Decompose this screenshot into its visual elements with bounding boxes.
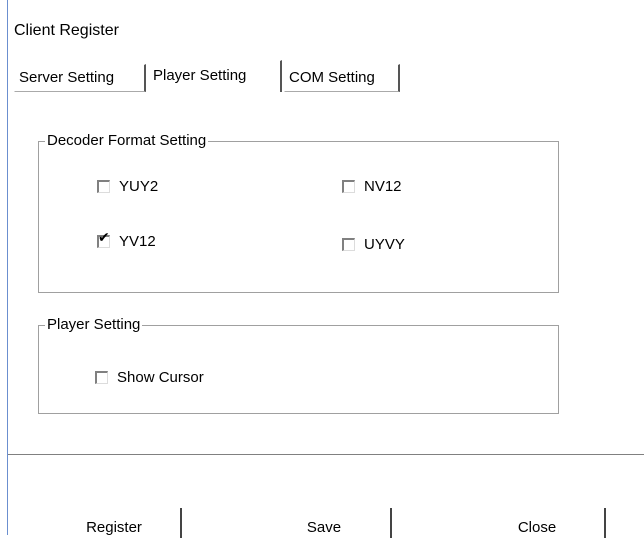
check-icon: ✔ (98, 230, 110, 246)
checkbox-uyvy-box[interactable] (342, 238, 355, 251)
footer-separator-highlight (8, 455, 644, 456)
save-button[interactable]: Save (256, 504, 392, 538)
tab-server-setting[interactable]: Server Setting (14, 64, 146, 92)
checkbox-nv12-label: NV12 (364, 178, 402, 195)
checkbox-uyvy-label: UYVY (364, 236, 405, 253)
checkbox-yuy2-box[interactable] (97, 180, 110, 193)
checkbox-yuy2[interactable]: YUY2 (97, 178, 158, 195)
checkbox-yuy2-label: YUY2 (119, 178, 159, 195)
checkbox-show-cursor-box[interactable] (95, 371, 108, 384)
decoder-format-group-label: Decoder Format Setting (45, 132, 209, 149)
checkbox-show-cursor[interactable]: Show Cursor (95, 369, 204, 386)
close-button-label: Close (517, 518, 557, 536)
close-button[interactable]: Close (468, 504, 606, 538)
player-setting-group-label: Player Setting (45, 316, 143, 333)
decoder-format-group: Decoder Format Setting YUY2 NV12 ✔ YV12 … (38, 132, 559, 293)
checkbox-yv12-label: YV12 (119, 233, 156, 250)
checkbox-show-cursor-label: Show Cursor (117, 369, 204, 386)
checkbox-nv12[interactable]: NV12 (342, 178, 402, 195)
tab-com-setting[interactable]: COM Setting (284, 64, 400, 92)
player-setting-group: Player Setting Show Cursor (38, 316, 559, 414)
window-title: Client Register (14, 22, 119, 39)
register-button-label: Register (86, 518, 142, 536)
checkbox-yv12[interactable]: ✔ YV12 (97, 231, 156, 250)
tab-player-setting[interactable]: Player Setting (148, 60, 282, 92)
checkbox-nv12-box[interactable] (342, 180, 355, 193)
save-button-label: Save (306, 518, 342, 536)
checkbox-uyvy[interactable]: UYVY (342, 236, 405, 253)
register-button[interactable]: Register (46, 504, 182, 538)
checkbox-yv12-box[interactable]: ✔ (97, 231, 110, 248)
